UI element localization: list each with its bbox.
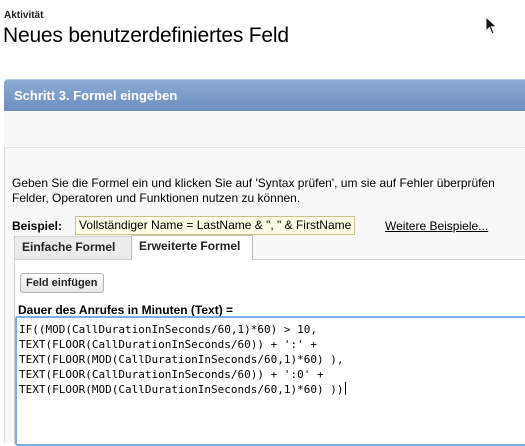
- tab-advanced-formula[interactable]: Erweiterte Formel: [131, 235, 253, 260]
- formula-field-label: Dauer des Anrufes in Minuten (Text) =: [18, 303, 234, 317]
- instruction-text: Geben Sie die Formel ein und klicken Sie…: [12, 176, 525, 206]
- insert-field-button[interactable]: Feld einfügen: [20, 273, 104, 293]
- instruction-line-2: Felder, Operatoren und Funktionen nutzen…: [12, 191, 301, 205]
- formula-line-last: TEXT(FLOOR(MOD(CallDurationInSeconds/60,…: [19, 382, 525, 397]
- example-value: Vollständiger Name = LastName & ", " & F…: [75, 216, 356, 235]
- formula-line: TEXT(FLOOR(CallDurationInSeconds/60)) + …: [19, 338, 318, 351]
- more-examples-link[interactable]: Weitere Beispiele...: [385, 219, 488, 233]
- breadcrumb: Aktivität: [4, 10, 44, 21]
- page-title: Neues benutzerdefiniertes Feld: [3, 24, 289, 47]
- toolbar-strip: [4, 111, 525, 148]
- formula-editor[interactable]: IF((MOD(CallDurationInSeconds/60,1)*60) …: [15, 316, 525, 446]
- text-caret: [344, 382, 346, 395]
- formula-line: IF((MOD(CallDurationInSeconds/60,1)*60) …: [19, 323, 318, 336]
- formula-line: TEXT(FLOOR(MOD(CallDurationInSeconds/60,…: [19, 383, 344, 396]
- formula-line: TEXT(FLOOR(MOD(CallDurationInSeconds/60,…: [19, 353, 344, 366]
- section-header: Schritt 3. Formel eingeben: [4, 79, 525, 111]
- tab-simple-formula[interactable]: Einfache Formel: [14, 236, 136, 259]
- formula-line: TEXT(FLOOR(CallDurationInSeconds/60)) + …: [19, 368, 324, 381]
- mouse-pointer-icon: [485, 16, 498, 35]
- example-label: Beispiel:: [12, 219, 63, 233]
- instruction-line-1: Geben Sie die Formel ein und klicken Sie…: [12, 176, 495, 190]
- section-title: Schritt 3. Formel eingeben: [14, 88, 178, 103]
